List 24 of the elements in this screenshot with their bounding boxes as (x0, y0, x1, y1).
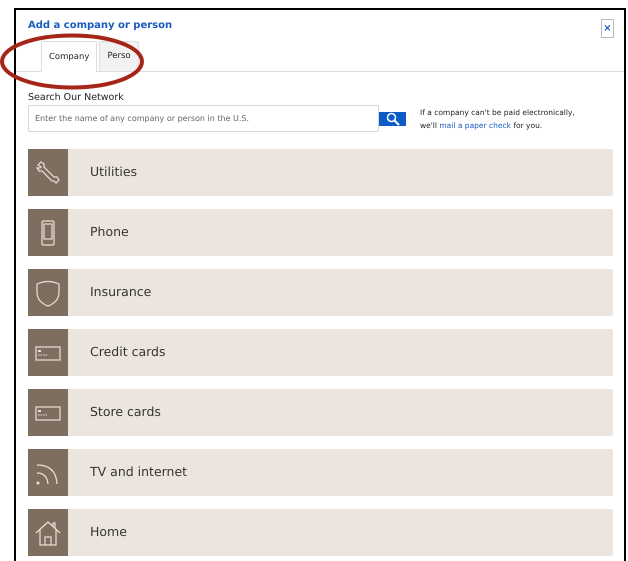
category-label: Home (90, 523, 127, 542)
category-row[interactable]: Home (28, 509, 613, 556)
tab[interactable]: Perso (99, 41, 139, 71)
search-field[interactable]: Enter the name of any company or person in the U.S. (28, 105, 379, 132)
house-icon (34, 518, 62, 547)
category-label: Store cards (90, 403, 161, 422)
category-label: Credit cards (90, 343, 166, 362)
category-label: Insurance (90, 283, 152, 302)
category-label: Utilities (90, 163, 138, 182)
tab[interactable]: Company (41, 41, 98, 72)
search-label: Search Our Network (28, 91, 125, 105)
close-button[interactable]: × (601, 19, 614, 38)
category-label: Phone (90, 223, 129, 242)
dialog-title: Add a company or person (28, 19, 172, 33)
category-row[interactable]: Phone (28, 209, 613, 256)
category-label: TV and internet (90, 463, 188, 482)
shield-icon (34, 278, 62, 307)
search-icon (386, 112, 400, 126)
category-row[interactable]: Utilities (28, 149, 613, 196)
category-row[interactable]: Store cards (28, 389, 613, 436)
search-button[interactable] (379, 112, 406, 126)
category-row[interactable]: TV and internet (28, 449, 613, 496)
category-row[interactable]: Credit cards (28, 329, 613, 376)
category-row[interactable]: Insurance (28, 269, 613, 316)
